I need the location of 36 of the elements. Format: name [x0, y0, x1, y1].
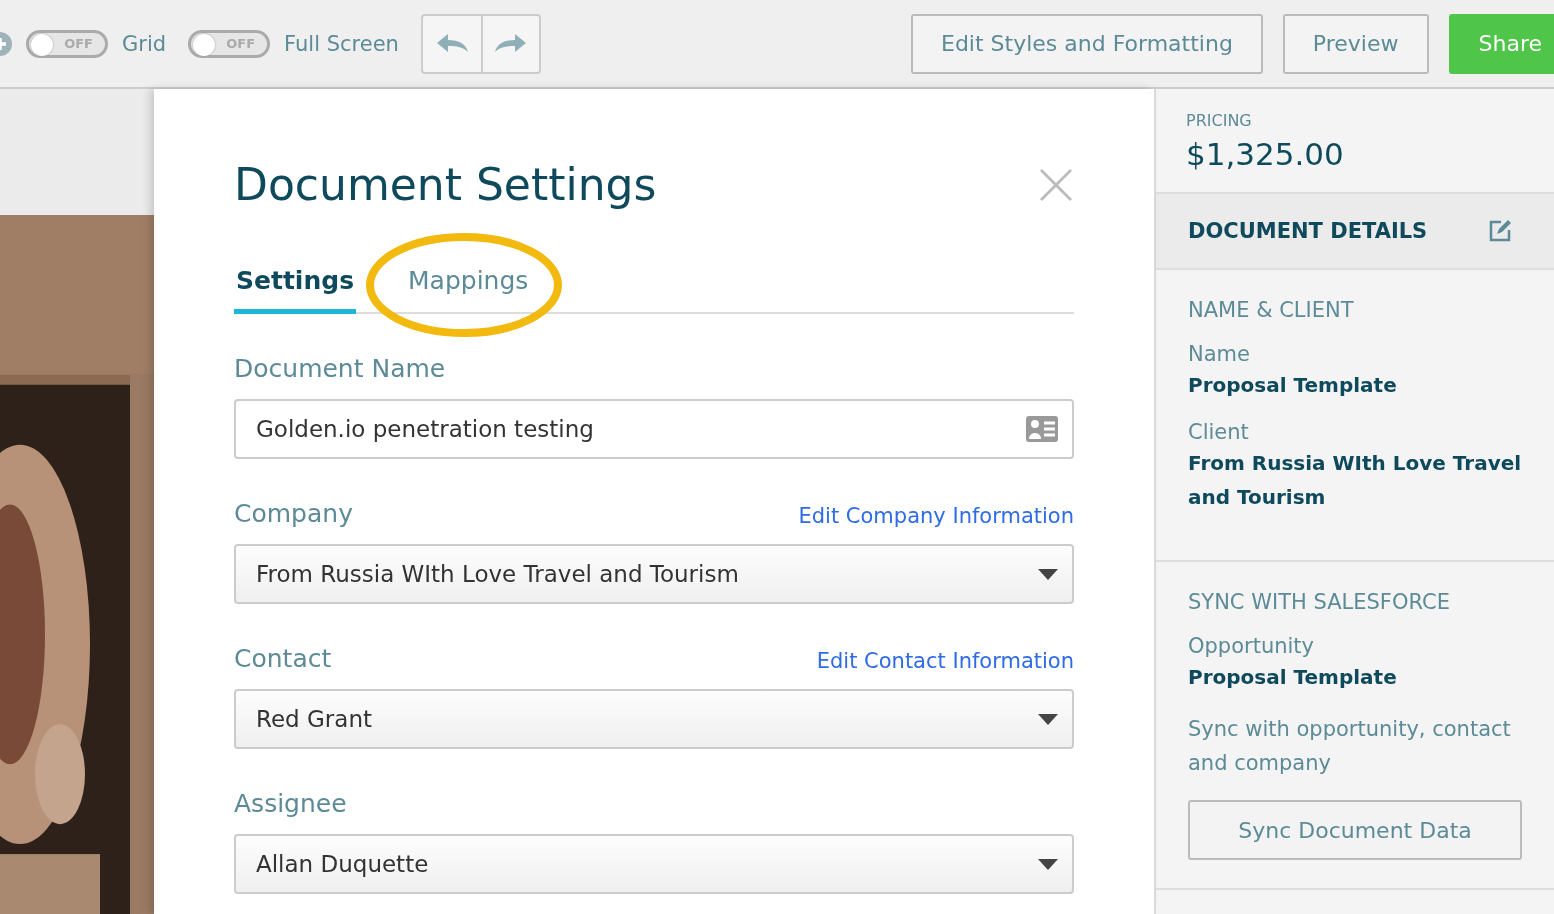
detail-value: Proposal Template: [1188, 664, 1398, 691]
dialog-title: Document Settings: [234, 159, 657, 210]
close-icon[interactable]: [1040, 168, 1072, 201]
toggle-label: Full Screen: [284, 31, 399, 56]
section-title: NAME & CLIENT: [1188, 298, 1355, 322]
detail-label: Name: [1188, 342, 1251, 366]
edit-icon[interactable]: [1488, 219, 1512, 243]
sync-description: Sync with opportunity, contact and company: [1188, 716, 1512, 777]
price-amount: $1,325.00: [1186, 136, 1345, 172]
detail-value: From Russia WIth Love Travel and Tourism: [1188, 450, 1522, 511]
tab[interactable]: Settings: [234, 266, 356, 314]
detail-value: Proposal Template: [1188, 372, 1398, 399]
field-label: Contact: [234, 644, 332, 673]
sync-button[interactable]: Sync Document Data: [1188, 800, 1522, 860]
detail-label: Opportunity: [1188, 634, 1316, 658]
section-title: SYNC WITH SALESFORCE: [1188, 590, 1451, 614]
redo-icon: [493, 32, 528, 55]
detail-label: Client: [1188, 420, 1250, 444]
dropdown[interactable]: Allan Duquette: [234, 834, 1074, 894]
toolbar-button[interactable]: Preview: [1282, 13, 1429, 74]
edit-link[interactable]: Edit Contact Information: [816, 649, 1074, 673]
section-title: DOCUMENT DETAILS: [1188, 219, 1428, 243]
edit-link[interactable]: Edit Company Information: [798, 504, 1074, 528]
contact-card-icon[interactable]: [1026, 416, 1058, 442]
dropdown[interactable]: From Russia WIth Love Travel and Tourism: [234, 544, 1074, 604]
text-field[interactable]: Golden.io penetration testing: [234, 399, 1074, 459]
caret-icon: [1038, 858, 1058, 870]
field-label: Company: [234, 499, 353, 528]
toggle-label: Grid: [122, 31, 167, 56]
field-label: Document Name: [234, 354, 446, 383]
toolbar-button[interactable]: Edit Styles and Formatting: [911, 13, 1263, 74]
pricing-label: PRICING: [1186, 111, 1253, 130]
dropdown[interactable]: Red Grant: [234, 689, 1074, 749]
caret-icon: [1038, 713, 1058, 725]
caret-icon: [1038, 568, 1058, 580]
field-label: Assignee: [234, 789, 347, 818]
